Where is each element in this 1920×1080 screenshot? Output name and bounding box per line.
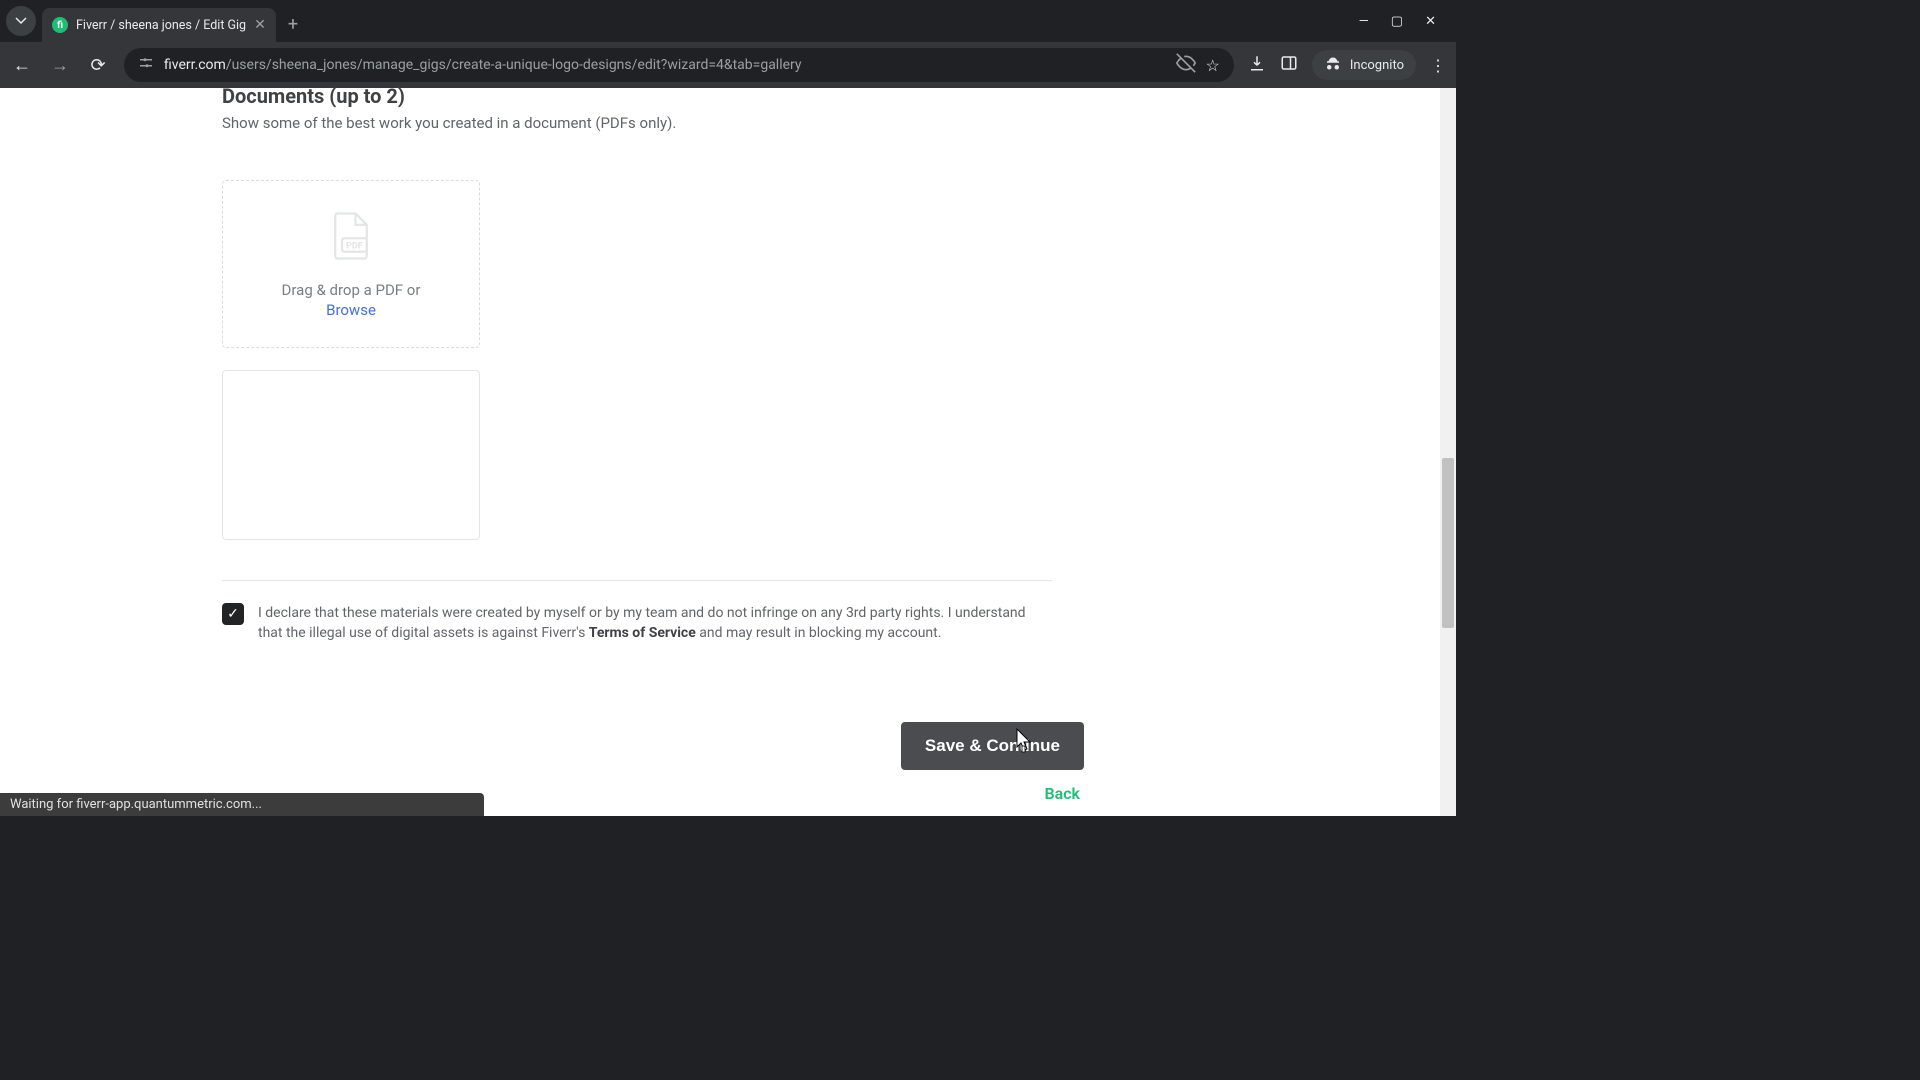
- maximize-icon[interactable]: ▢: [1391, 14, 1403, 29]
- scrollbar-thumb[interactable]: [1442, 458, 1454, 628]
- reload-icon[interactable]: ⟳: [86, 55, 110, 76]
- close-tab-icon[interactable]: ✕: [254, 17, 266, 33]
- minimize-icon[interactable]: ―: [1359, 14, 1369, 29]
- section-divider: [222, 580, 1052, 581]
- svg-text:PDF: PDF: [346, 241, 363, 251]
- save-continue-button[interactable]: Save & Continue: [901, 722, 1084, 770]
- address-bar[interactable]: fiverr.com/users/sheena_jones/manage_gig…: [124, 48, 1234, 82]
- page-viewport: Documents (up to 2) Show some of the bes…: [0, 88, 1456, 816]
- browser-status-bar: Waiting for fiverr-app.quantummetric.com…: [0, 793, 484, 816]
- declaration-text-post: and may result in blocking my account.: [696, 625, 942, 641]
- fiverr-favicon: fi: [52, 17, 68, 33]
- terms-of-service-link[interactable]: Terms of Service: [589, 625, 696, 641]
- declaration-text: I declare that these materials were crea…: [258, 603, 1052, 644]
- url-domain: fiverr.com: [164, 57, 226, 73]
- site-settings-icon[interactable]: [138, 55, 154, 75]
- browser-titlebar: fi Fiverr / sheena jones / Edit Gig ✕ + …: [0, 0, 1456, 42]
- menu-icon[interactable]: ⋮: [1430, 56, 1446, 75]
- gig-gallery-form: Documents (up to 2) Show some of the bes…: [0, 84, 1456, 812]
- vertical-scrollbar[interactable]: [1440, 88, 1456, 816]
- browser-toolbar: ← → ⟳ fiverr.com/users/sheena_jones/mana…: [0, 42, 1456, 88]
- browse-link[interactable]: Browse: [326, 301, 376, 319]
- declaration-checkbox[interactable]: ✓: [222, 603, 244, 625]
- forward-nav-icon[interactable]: →: [48, 55, 72, 76]
- downloads-icon[interactable]: [1248, 54, 1266, 76]
- documents-section-title: Documents (up to 2): [222, 84, 1456, 108]
- pdf-dropzone[interactable]: PDF Drag & drop a PDF or Browse: [222, 180, 480, 348]
- incognito-badge[interactable]: Incognito: [1312, 50, 1416, 80]
- declaration-row: ✓ I declare that these materials were cr…: [222, 603, 1052, 644]
- documents-section-subtitle: Show some of the best work you created i…: [222, 114, 1456, 132]
- eye-off-icon[interactable]: [1176, 53, 1196, 77]
- browser-tab[interactable]: fi Fiverr / sheena jones / Edit Gig ✕: [42, 8, 276, 42]
- bookmark-star-icon[interactable]: ☆: [1206, 56, 1220, 75]
- tab-title: Fiverr / sheena jones / Edit Gig: [76, 18, 246, 33]
- close-window-icon[interactable]: ✕: [1425, 14, 1436, 29]
- new-tab-button[interactable]: +: [288, 14, 298, 35]
- window-controls: ― ▢ ✕: [1359, 14, 1450, 29]
- side-panel-icon[interactable]: [1280, 54, 1298, 76]
- pdf-file-icon: PDF: [324, 209, 378, 267]
- back-link[interactable]: Back: [1044, 784, 1080, 803]
- incognito-label: Incognito: [1350, 58, 1404, 73]
- tab-search-button[interactable]: [6, 6, 36, 36]
- form-actions: Save & Continue Back: [222, 722, 1084, 803]
- back-nav-icon[interactable]: ←: [10, 55, 34, 76]
- dropzone-text: Drag & drop a PDF or: [282, 281, 421, 299]
- url-path: /users/sheena_jones/manage_gigs/create-a…: [226, 57, 802, 73]
- secondary-upload-slot[interactable]: [222, 370, 480, 540]
